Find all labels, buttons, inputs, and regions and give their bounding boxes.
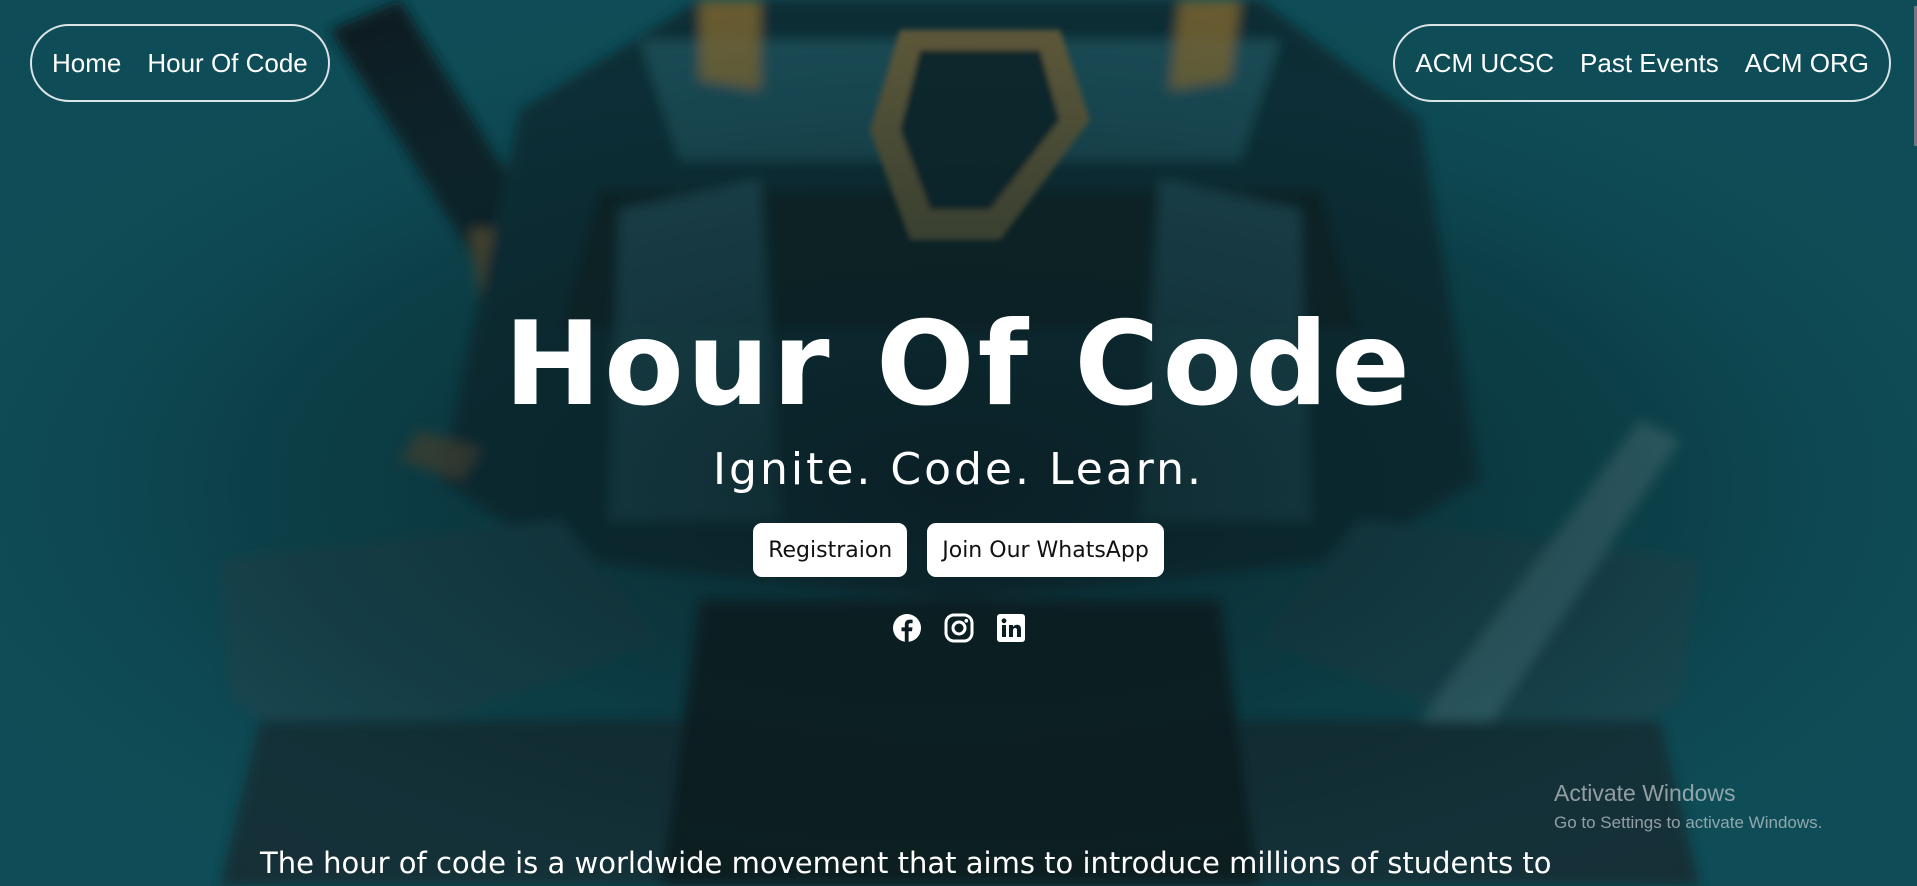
nav-home-link[interactable]: Home [52, 48, 121, 79]
social-links [0, 613, 1917, 643]
nav-hour-of-code-link[interactable]: Hour Of Code [147, 48, 307, 79]
activate-windows-watermark: Activate Windows Go to Settings to activ… [1554, 780, 1822, 833]
facebook-icon[interactable] [892, 613, 922, 643]
watermark-subtitle: Go to Settings to activate Windows. [1554, 813, 1823, 832]
intro-paragraph: The hour of code is a worldwide movement… [260, 846, 1552, 880]
nav-acm-org-link[interactable]: ACM ORG [1745, 48, 1869, 79]
linkedin-icon[interactable] [996, 613, 1026, 643]
nav-acm-ucsc-link[interactable]: ACM UCSC [1415, 48, 1554, 79]
hero-section: Hour Of Code Ignite. Code. Learn. Regist… [0, 300, 1917, 643]
hero-buttons: Registraion Join Our WhatsApp [0, 523, 1917, 577]
hero-tagline: Ignite. Code. Learn. [713, 444, 1204, 495]
right-nav-pill: ACM UCSC Past Events ACM ORG [1393, 24, 1891, 102]
whatsapp-button[interactable]: Join Our WhatsApp [927, 523, 1164, 577]
registration-button[interactable]: Registraion [753, 523, 908, 577]
nav-past-events-link[interactable]: Past Events [1580, 48, 1719, 79]
watermark-title: Activate Windows [1554, 780, 1736, 806]
left-nav-pill: Home Hour Of Code [30, 24, 330, 102]
instagram-icon[interactable] [944, 613, 974, 643]
hero-title: Hour Of Code [504, 297, 1413, 432]
